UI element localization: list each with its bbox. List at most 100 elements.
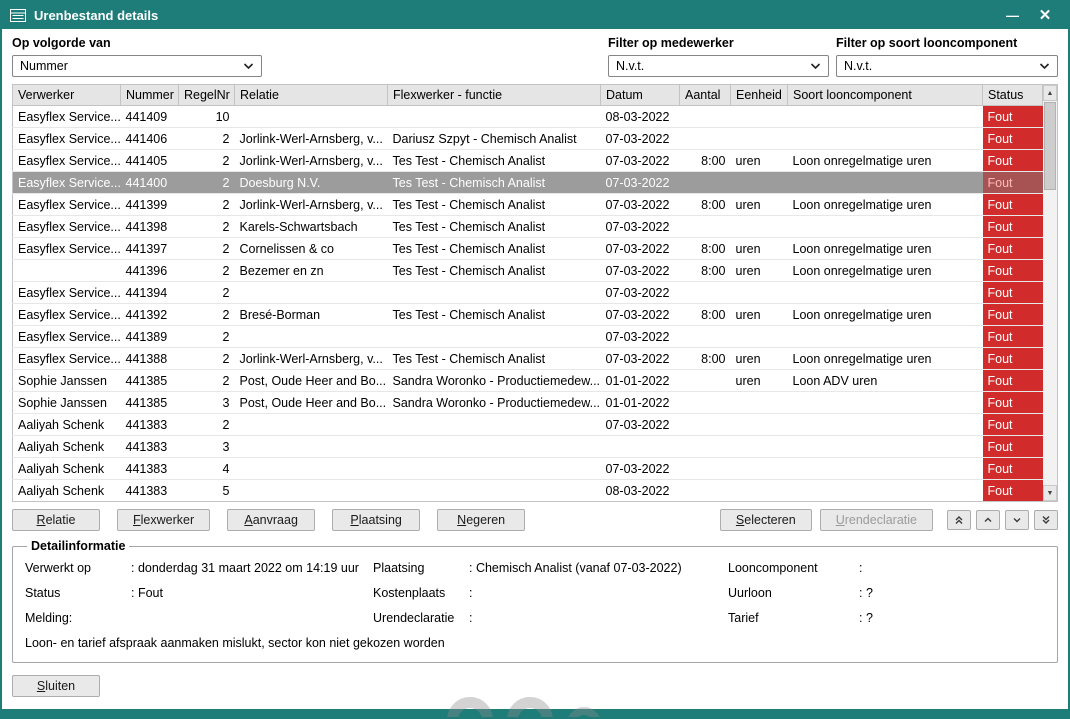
- scroll-down-icon[interactable]: [1005, 510, 1029, 530]
- scrollbar-track[interactable]: [1043, 101, 1057, 485]
- cell-nummer: 441400: [121, 172, 179, 194]
- chevron-down-icon: [1039, 62, 1050, 70]
- status-badge: Fout: [983, 172, 1043, 194]
- cell-flexwerker: Dariusz Szpyt - Chemisch Analist: [388, 128, 601, 150]
- status-badge: Fout: [983, 106, 1043, 128]
- table-row[interactable]: Easyflex Service...441394207-03-2022Fout: [13, 282, 1043, 304]
- chevron-down-icon: [810, 62, 821, 70]
- scroll-top-icon[interactable]: [947, 510, 971, 530]
- table-row[interactable]: Easyflex Service...4413982Karels-Schwart…: [13, 216, 1043, 238]
- status-badge: Fout: [983, 370, 1043, 392]
- cell-nummer: 441383: [121, 480, 179, 502]
- cell-verwerker: Aaliyah Schenk: [13, 458, 121, 480]
- column-header[interactable]: RegelNr: [179, 85, 235, 106]
- column-header[interactable]: Status: [983, 85, 1043, 106]
- detail-column-2: Plaatsing : Chemisch Analist (vanaf 07-0…: [373, 561, 728, 626]
- table-row[interactable]: Easyflex Service...441389207-03-2022Fout: [13, 326, 1043, 348]
- sort-order-value: Nummer: [20, 59, 243, 73]
- tarief-label: Tarief: [728, 611, 859, 626]
- cell-soort: Loon onregelmatige uren: [788, 194, 983, 216]
- column-header[interactable]: Relatie: [235, 85, 388, 106]
- status-badge: Fout: [983, 480, 1043, 502]
- sluiten-button[interactable]: Sluiten: [12, 675, 100, 697]
- close-button[interactable]: ✕: [1032, 2, 1058, 29]
- table-row[interactable]: Aaliyah Schenk441383508-03-2022Fout: [13, 480, 1043, 502]
- cell-regelnr: 2: [179, 216, 235, 238]
- negeren-button[interactable]: Negeren: [437, 509, 525, 531]
- cell-eenheid: uren: [731, 194, 788, 216]
- cell-soort: [788, 414, 983, 436]
- cell-aantal: [680, 326, 731, 348]
- column-header[interactable]: Aantal: [680, 85, 731, 106]
- aanvraag-button[interactable]: Aanvraag: [227, 509, 315, 531]
- error-message: Loon- en tarief afspraak aanmaken misluk…: [25, 636, 1045, 651]
- vertical-scrollbar[interactable]: ▲ ▼: [1043, 84, 1058, 502]
- selecteren-button[interactable]: Selecteren: [720, 509, 812, 531]
- cell-aantal: [680, 392, 731, 414]
- looncomponent-filter: Filter op soort looncomponent N.v.t.: [836, 36, 1058, 77]
- sort-order-select[interactable]: Nummer: [12, 55, 262, 77]
- flexwerker-button[interactable]: Flexwerker: [117, 509, 210, 531]
- minimize-button[interactable]: —: [999, 2, 1025, 29]
- table-row[interactable]: Sophie Janssen4413852Post, Oude Heer and…: [13, 370, 1043, 392]
- cell-flexwerker: Tes Test - Chemisch Analist: [388, 172, 601, 194]
- uurloon-value: : ?: [859, 586, 1045, 601]
- arrow-up-icon[interactable]: ▲: [1043, 85, 1057, 101]
- table-row[interactable]: Easyflex Service...4413992Jorlink-Werl-A…: [13, 194, 1043, 216]
- scroll-up-icon[interactable]: [976, 510, 1000, 530]
- cell-eenheid: [731, 458, 788, 480]
- table-row[interactable]: Easyflex Service...4413972Cornelissen & …: [13, 238, 1043, 260]
- cell-nummer: 441385: [121, 392, 179, 414]
- cell-datum: 07-03-2022: [601, 458, 680, 480]
- cell-soort: [788, 128, 983, 150]
- scroll-bottom-icon[interactable]: [1034, 510, 1058, 530]
- looncomponent-filter-select[interactable]: N.v.t.: [836, 55, 1058, 77]
- row-navigation: [947, 510, 1058, 530]
- column-header[interactable]: Verwerker: [13, 85, 121, 106]
- urendeclaratie-button[interactable]: Urendeclaratie: [820, 509, 933, 531]
- detail-column-1: Verwerkt op : donderdag 31 maart 2022 om…: [25, 561, 373, 626]
- table-row[interactable]: Aaliyah Schenk441383207-03-2022Fout: [13, 414, 1043, 436]
- cell-flexwerker: Sandra Woronko - Productiemedew...: [388, 370, 601, 392]
- column-header[interactable]: Flexwerker - functie: [388, 85, 601, 106]
- cell-nummer: 441398: [121, 216, 179, 238]
- arrow-down-icon[interactable]: ▼: [1043, 485, 1057, 501]
- footer-bar: Sluiten: [12, 675, 1058, 697]
- cell-datum: 08-03-2022: [601, 106, 680, 128]
- plaatsing-button[interactable]: Plaatsing: [332, 509, 420, 531]
- cell-soort: [788, 172, 983, 194]
- looncomponent-filter-label: Filter op soort looncomponent: [836, 36, 1058, 50]
- cell-relatie: Cornelissen & co: [235, 238, 388, 260]
- status-badge: Fout: [983, 414, 1043, 436]
- table-header-row: VerwerkerNummerRegelNrRelatieFlexwerker …: [13, 85, 1043, 106]
- relatie-button[interactable]: Relatie: [12, 509, 100, 531]
- column-header[interactable]: Datum: [601, 85, 680, 106]
- cell-relatie: [235, 458, 388, 480]
- cell-relatie: [235, 436, 388, 458]
- cell-nummer: 441383: [121, 458, 179, 480]
- table-row[interactable]: Easyflex Service...4414002Doesburg N.V.T…: [13, 172, 1043, 194]
- table-row[interactable]: Sophie Janssen4413853Post, Oude Heer and…: [13, 392, 1043, 414]
- cell-eenheid: [731, 216, 788, 238]
- cell-eenheid: [731, 414, 788, 436]
- table-row[interactable]: Easyflex Service...4414091008-03-2022Fou…: [13, 106, 1043, 128]
- cell-regelnr: 4: [179, 458, 235, 480]
- medewerker-filter-select[interactable]: N.v.t.: [608, 55, 829, 77]
- table-row[interactable]: Aaliyah Schenk441383407-03-2022Fout: [13, 458, 1043, 480]
- cell-nummer: 441399: [121, 194, 179, 216]
- scrollbar-thumb[interactable]: [1044, 102, 1056, 190]
- table-row[interactable]: Easyflex Service...4413922Bresé-BormanTe…: [13, 304, 1043, 326]
- table-row[interactable]: Aaliyah Schenk4413833Fout: [13, 436, 1043, 458]
- cell-datum: 07-03-2022: [601, 414, 680, 436]
- table-row[interactable]: Easyflex Service...4413882Jorlink-Werl-A…: [13, 348, 1043, 370]
- column-header[interactable]: Nummer: [121, 85, 179, 106]
- table-row[interactable]: Easyflex Service...4414052Jorlink-Werl-A…: [13, 150, 1043, 172]
- cell-relatie: [235, 282, 388, 304]
- cell-aantal: [680, 370, 731, 392]
- cell-relatie: Jorlink-Werl-Arnsberg, v...: [235, 348, 388, 370]
- cell-datum: 07-03-2022: [601, 128, 680, 150]
- table-row[interactable]: Easyflex Service...4414062Jorlink-Werl-A…: [13, 128, 1043, 150]
- column-header[interactable]: Eenheid: [731, 85, 788, 106]
- column-header[interactable]: Soort looncomponent: [788, 85, 983, 106]
- table-row[interactable]: 4413962Bezemer en znTes Test - Chemisch …: [13, 260, 1043, 282]
